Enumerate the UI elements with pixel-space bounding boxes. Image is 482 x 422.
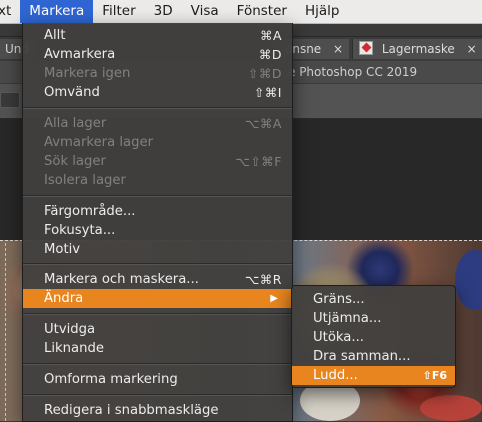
menu-item-fargomrade[interactable]: Färgområde...	[23, 202, 292, 221]
menu-separator	[23, 195, 292, 197]
menu-item-label: Sök lager	[44, 154, 106, 169]
submenu-item-label: Dra samman...	[313, 349, 411, 364]
menu-item-allt[interactable]: Allt ⌘A	[23, 26, 292, 45]
menu-item-label: Allt	[44, 28, 66, 43]
menu-item-label: Avmarkera	[44, 47, 116, 62]
menu-item-markera-igen: Markera igen ⇧⌘D	[23, 64, 292, 83]
menu-item-label: Markera igen	[44, 66, 131, 81]
menu-item-label: Fokusyta...	[44, 223, 116, 238]
menu-item-avmarkera[interactable]: Avmarkera ⌘D	[23, 45, 292, 64]
submenu-item-label: Utöka...	[313, 330, 364, 345]
menu-item-label: Motiv	[44, 242, 81, 257]
menu-item-shortcut: ⇧⌘I	[253, 85, 282, 100]
menu-item-andra[interactable]: Ändra ▶	[23, 289, 292, 308]
submenu-item-label: Utjämna...	[313, 311, 382, 326]
menu-item-omforma-markering[interactable]: Omforma markering	[23, 370, 292, 389]
menu-item-isolera-lager: Isolera lager	[23, 171, 292, 190]
document-tab-label: Lagermaske	[381, 42, 455, 56]
markera-menu: Allt ⌘A Avmarkera ⌘D Markera igen ⇧⌘D Om…	[22, 23, 293, 422]
menu-item-liknande[interactable]: Liknande	[23, 339, 292, 358]
menu-item-label: Utvidga	[44, 322, 96, 337]
submenu-item-shortcut: ⇧F6	[422, 369, 447, 382]
submenu-item-label: Ludd...	[313, 368, 358, 383]
submenu-item-utjamna[interactable]: Utjämna...	[292, 309, 455, 328]
menu-item-shortcut: ⌥⌘R	[244, 272, 282, 287]
submenu-item-label: Gräns...	[313, 292, 365, 307]
submenu-item-utoka[interactable]: Utöka...	[292, 328, 455, 347]
andra-submenu: Gräns... Utjämna... Utöka... Dra samman.…	[291, 285, 456, 388]
menu-item-alla-lager: Alla lager ⌥⌘A	[23, 114, 292, 133]
menubar-item-3d[interactable]: 3D	[145, 0, 182, 23]
menu-item-shortcut: ⇧⌘D	[247, 66, 282, 81]
menu-item-utvidga[interactable]: Utvidga	[23, 320, 292, 339]
menu-item-label: Omvänd	[44, 85, 100, 100]
menu-item-label: Färgområde...	[44, 204, 136, 219]
image-thumbnail-icon	[359, 41, 373, 55]
photo-detail	[420, 395, 482, 421]
menubar-item-fonster[interactable]: Fönster	[228, 0, 296, 23]
menu-separator	[23, 263, 292, 265]
window-title: e Photoshop CC 2019	[288, 65, 418, 79]
menu-item-fokusyta[interactable]: Fokusyta...	[23, 221, 292, 240]
menu-item-motiv[interactable]: Motiv	[23, 240, 292, 259]
menu-item-label: Omforma markering	[44, 372, 178, 387]
submenu-item-ludd[interactable]: Ludd... ⇧F6	[292, 366, 455, 385]
menubar-item-markera[interactable]: Markera	[20, 0, 94, 23]
close-icon[interactable]: ×	[467, 42, 477, 56]
menu-item-label: Alla lager	[44, 116, 107, 131]
menu-separator	[23, 313, 292, 315]
menu-item-label: Markera och maskera...	[44, 272, 199, 287]
menu-item-label: Ändra	[44, 291, 84, 306]
menu-separator	[23, 363, 292, 365]
menu-bar: xt Markera Filter 3D Visa Fönster Hjälp	[0, 0, 482, 24]
menu-item-shortcut: ⌘D	[258, 47, 282, 62]
menubar-item-text[interactable]: xt	[0, 0, 20, 23]
document-tab-3[interactable]: Lagermaske ×	[352, 39, 482, 59]
menu-item-markera-och-maskera[interactable]: Markera och maskera... ⌥⌘R	[23, 270, 292, 289]
selection-marquee	[5, 243, 6, 421]
menu-item-omvand[interactable]: Omvänd ⇧⌘I	[23, 83, 292, 102]
menu-separator	[23, 107, 292, 109]
submenu-item-dra-samman[interactable]: Dra samman...	[292, 347, 455, 366]
menubar-item-filter[interactable]: Filter	[93, 0, 144, 23]
options-field[interactable]	[0, 92, 20, 108]
submenu-arrow-icon: ▶	[270, 293, 278, 304]
menu-item-sok-lager: Sök lager ⌥⇧⌘F	[23, 152, 292, 171]
menu-item-label: Avmarkera lager	[44, 135, 154, 150]
menu-item-label: Isolera lager	[44, 173, 126, 188]
submenu-item-grans[interactable]: Gräns...	[292, 290, 455, 309]
menu-item-label: Liknande	[44, 341, 104, 356]
menubar-item-visa[interactable]: Visa	[182, 0, 228, 23]
menu-item-label: Redigera i snabbmaskläge	[44, 403, 219, 418]
menu-item-shortcut: ⌥⌘A	[245, 116, 282, 131]
menu-item-snabbmask[interactable]: Redigera i snabbmaskläge	[23, 401, 292, 420]
menu-item-avmarkera-lager: Avmarkera lager	[23, 133, 292, 152]
close-icon[interactable]: ×	[333, 42, 343, 56]
menu-separator	[23, 394, 292, 396]
menubar-item-hjalp[interactable]: Hjälp	[296, 0, 349, 23]
menu-item-shortcut: ⌥⇧⌘F	[235, 154, 282, 169]
menu-item-shortcut: ⌘A	[259, 28, 282, 43]
